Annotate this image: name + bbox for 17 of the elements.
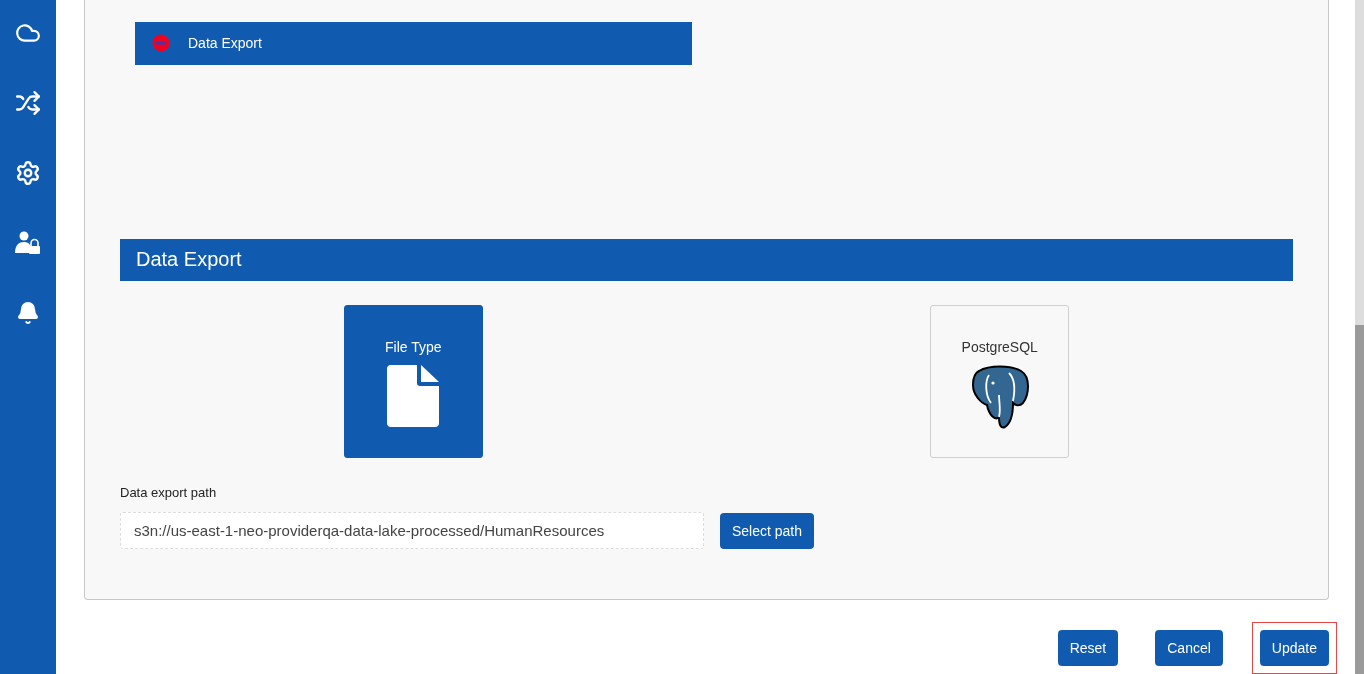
field-label: Data export path xyxy=(120,485,218,500)
step-label: Data Export xyxy=(188,35,262,52)
action-button[interactable]: Cancel xyxy=(1155,630,1223,666)
shuffle-icon[interactable] xyxy=(13,88,43,118)
file-icon xyxy=(387,365,440,427)
action-button[interactable]: Update xyxy=(1259,630,1329,666)
option-card[interactable]: File Type xyxy=(343,305,483,458)
option-label: PostgreSQL xyxy=(961,339,1038,355)
minus-circle-icon xyxy=(152,34,170,53)
step-item[interactable]: Data Export xyxy=(135,22,692,65)
section-header: Data Export xyxy=(120,238,1293,281)
option-card[interactable]: PostgreSQL xyxy=(930,305,1070,458)
action-button[interactable]: Reset xyxy=(1057,630,1119,666)
path-field[interactable]: s3n://us-east-1-neo-providerqa-data-lake-processed/HumanResources xyxy=(120,512,704,549)
scrollbar[interactable] xyxy=(1355,0,1364,674)
option-label: File Type xyxy=(384,339,442,355)
select-path-button[interactable]: Select path xyxy=(720,512,815,549)
